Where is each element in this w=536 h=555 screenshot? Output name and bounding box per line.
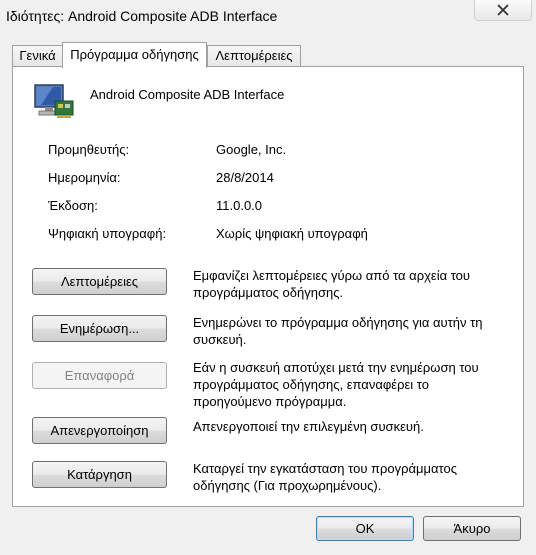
device-monitor-icon [33,81,75,123]
vendor-label: Προμηθευτής: [48,142,130,157]
ok-button-label: OK [355,521,375,536]
driver-panel: Android Composite ADB Interface Προμηθευ… [12,66,524,507]
close-button[interactable] [474,0,532,21]
disable-device-button-label: Απενεργοποίηση [50,423,149,438]
update-driver-description: Ενημερώνει το πρόγραμμα οδήγησης για αυτ… [193,315,483,347]
window-title: Ιδιότητες: Android Composite ADB Interfa… [6,8,278,24]
tab-details[interactable]: Λεπτομέρειες [207,45,301,66]
uninstall-driver-description: Καταργεί την εγκατάσταση του προγράμματο… [193,461,457,493]
signature-value: Χωρίς ψηφιακή υπογραφή [216,226,368,241]
tab-details-label: Λεπτομέρειες [215,48,293,63]
cancel-button[interactable]: Άκυρο [423,516,521,541]
vendor-value: Google, Inc. [216,142,287,157]
tab-general[interactable]: Γενικά [12,45,63,66]
update-driver-button-label: Ενημέρωση... [59,321,140,336]
version-label: Έκδοση: [48,198,98,213]
disable-device-button[interactable]: Απενεργοποίηση [32,417,167,444]
signature-label: Ψηφιακή υπογραφή: [48,226,167,241]
title-bar: Ιδιότητες: Android Composite ADB Interfa… [0,0,536,34]
uninstall-driver-button[interactable]: Κατάργηση [32,461,167,488]
close-icon [497,4,509,16]
driver-details-description: Εμφανίζει λεπτομέρειες γύρω από τα αρχεί… [193,268,471,300]
driver-details-button[interactable]: Λεπτομέρειες [32,268,167,295]
date-label: Ημερομηνία: [48,170,121,185]
device-name: Android Composite ADB Interface [90,87,285,102]
rollback-driver-button[interactable]: Επαναφορά [32,362,167,389]
disable-device-description: Απενεργοποιεί την επιλεγμένη συσκευή. [193,419,424,434]
date-value: 28/8/2014 [216,170,274,185]
rollback-driver-description: Εάν η συσκευή αποτύχει μετά την ενημέρωσ… [193,360,479,409]
rollback-driver-button-label: Επαναφορά [64,368,135,383]
update-driver-button[interactable]: Ενημέρωση... [32,315,167,342]
ok-button[interactable]: OK [316,516,414,541]
cancel-button-label: Άκυρο [453,521,491,536]
tab-general-label: Γενικά [19,48,56,63]
uninstall-driver-button-label: Κατάργηση [67,467,132,482]
driver-details-button-label: Λεπτομέρειες [60,274,139,289]
tab-driver[interactable]: Πρόγραμμα οδήγησης [62,42,207,68]
tab-driver-label: Πρόγραμμα οδήγησης [70,47,199,62]
version-value: 11.0.0.0 [216,198,263,213]
